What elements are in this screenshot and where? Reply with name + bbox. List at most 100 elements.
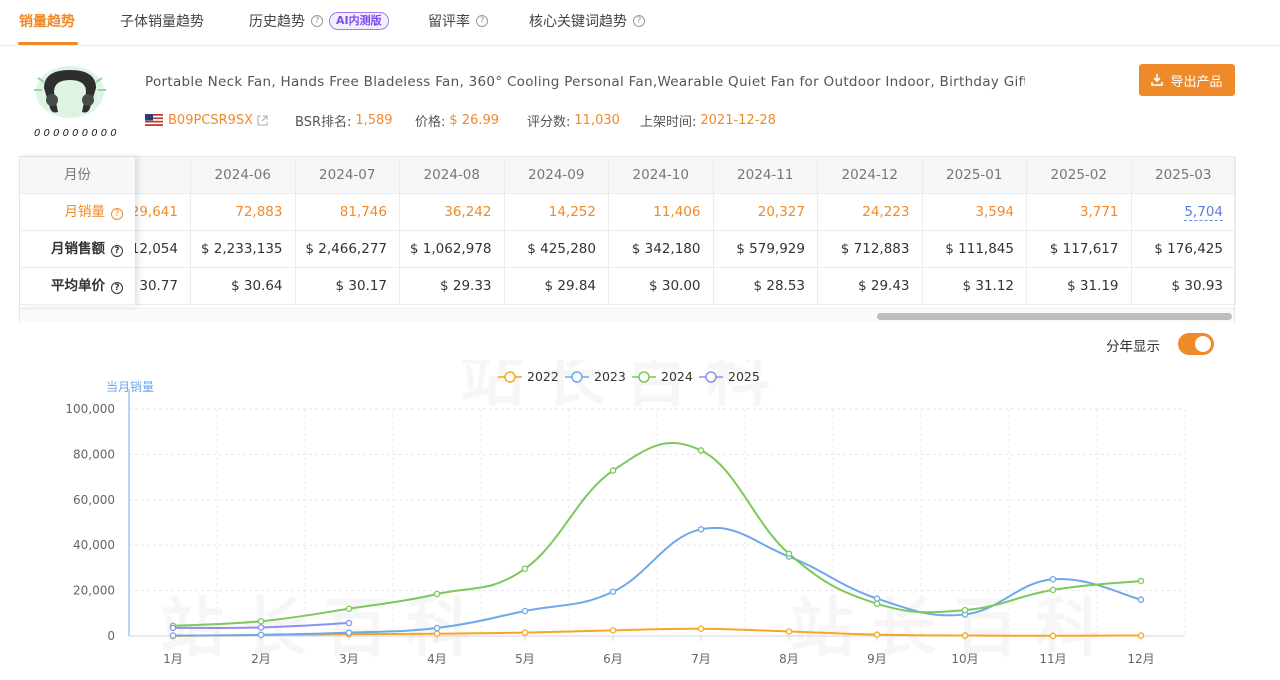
listing-date: 上架时间: 2021-12-28 [640,111,776,130]
x-tick-label: 2月 [251,652,271,666]
tab-sales-trend[interactable]: 销量趋势 [19,10,75,32]
help-icon[interactable]: ? [311,15,323,27]
tab-child-sales-trend[interactable]: 子体销量趋势 [120,10,204,32]
data-point-2024[interactable] [1137,577,1145,585]
x-tick-label: 11月 [1039,652,1066,666]
data-point-2022[interactable] [697,625,705,632]
data-point-2025[interactable] [169,624,177,632]
data-point-2023[interactable] [1049,575,1057,583]
tab-label: 子体销量趋势 [120,14,204,30]
tab-review-rate[interactable]: 留评率 ? [428,10,488,32]
x-tick-label: 7月 [691,652,711,666]
data-point-2023[interactable] [609,588,617,595]
data-point-2024[interactable] [697,447,705,454]
table-cell: $ 425,280 [505,231,609,268]
export-product-button[interactable]: 导出产品 [1139,64,1235,96]
data-point-2023[interactable] [697,526,705,533]
table-cell: $ 29.84 [505,268,609,305]
legend-label[interactable]: 2023 [594,369,626,384]
data-point-2022[interactable] [1137,632,1145,639]
table-cell: 81,746 [296,194,400,231]
y-tick-label: 80,000 [73,447,115,461]
avg-price-row-label: 平均单价 [51,278,105,294]
cell-value: $ 111,845 [945,241,1014,257]
yearly-view-toggle[interactable] [1178,333,1214,355]
data-point-2022[interactable] [785,628,793,635]
legend-label[interactable]: 2025 [728,369,760,384]
product-image[interactable]: 0 0 0 0 0 0 0 0 0 [30,58,120,140]
table-horizontal-scrollbar[interactable] [20,308,1234,322]
reviews-label: 评分数: [527,114,571,130]
data-point-2023[interactable] [433,624,441,632]
cell-value: $ 579,929 [736,241,805,257]
table-cell: $ 1,062,978 [400,231,505,268]
legend-marker[interactable] [504,371,516,383]
data-point-2025[interactable] [345,619,353,627]
data-point-2024[interactable] [433,590,441,598]
product-title[interactable]: Portable Neck Fan, Hands Free Bladeless … [145,74,1025,90]
table-cell: $ 30.00 [609,268,714,305]
sales-row-header: 月销量? [20,194,135,231]
cell-value: $ 2,233,135 [200,241,283,257]
month-column-header: 2024-06 [191,157,296,194]
y-tick-label: 0 [107,629,115,643]
revenue-row-label: 月销售额 [51,241,105,257]
data-point-2022[interactable] [521,629,529,636]
data-point-2024[interactable] [609,467,617,474]
table-cell: $ 30.17 [296,268,400,305]
data-point-2023[interactable] [1137,596,1145,603]
data-point-2023[interactable] [873,595,881,602]
data-point-2024[interactable] [521,565,529,572]
table-cell: 36,242 [400,194,505,231]
data-point-2022[interactable] [609,627,617,634]
cell-value: 14,252 [548,204,596,220]
ai-beta-badge: AI内测版 [329,12,389,30]
data-point-2022[interactable] [433,630,441,637]
tab-label: 销量趋势 [19,14,75,30]
legend-label[interactable]: 2024 [661,369,693,384]
data-point-2022[interactable] [873,631,881,638]
cell-value: 3,594 [975,204,1014,220]
cell-value: $ 1,062,978 [409,241,492,257]
cell-value: $ 31.19 [1066,278,1119,294]
cell-value: 24,223 [862,204,910,220]
legend-marker[interactable] [638,371,650,383]
data-point-2023[interactable] [169,632,177,639]
cell-value: $ 28.53 [753,278,805,294]
data-point-2024[interactable] [873,600,881,607]
data-point-2024[interactable] [961,606,969,614]
table-cell: 3,594 [923,194,1027,231]
help-icon[interactable]: ? [633,15,645,27]
data-point-2023[interactable] [257,631,265,639]
y-tick-label: 40,000 [73,538,115,552]
external-link-icon[interactable] [257,115,268,126]
legend-label[interactable]: 2022 [527,369,559,384]
legend-marker[interactable] [705,371,717,383]
scrollbar-thumb[interactable] [877,313,1232,320]
tab-history-trend[interactable]: 历史趋势 ? AI内测版 [249,10,389,32]
data-point-2024[interactable] [785,550,793,557]
review-count: 评分数: 11,030 [527,111,620,130]
data-point-2023[interactable] [345,629,353,636]
data-point-2024[interactable] [257,617,265,625]
help-icon[interactable]: ? [111,282,123,294]
tab-core-keyword-trend[interactable]: 核心关键词趋势 ? [529,10,645,32]
table-cell: $ 30.64 [191,268,296,305]
revenue-row-header: 月销售额? [20,231,135,268]
help-icon[interactable]: ? [111,208,123,220]
cell-value: $ 117,617 [1049,241,1119,257]
table-cell: $ 29.43 [818,268,923,305]
help-icon[interactable]: ? [476,15,488,27]
data-point-2022[interactable] [1049,632,1057,640]
data-point-2024[interactable] [1049,586,1057,594]
price: 价格: $ 26.99 [415,111,499,130]
table-cell[interactable]: 5,704 [1132,194,1236,231]
data-point-2022[interactable] [961,632,969,639]
data-point-2025[interactable] [257,624,265,631]
data-point-2023[interactable] [521,607,529,615]
help-icon[interactable]: ? [111,245,123,257]
asin-link[interactable]: B09PCSR9SX [168,113,253,128]
legend-marker[interactable] [571,371,583,383]
us-flag-icon [145,114,163,126]
data-point-2024[interactable] [345,605,353,613]
